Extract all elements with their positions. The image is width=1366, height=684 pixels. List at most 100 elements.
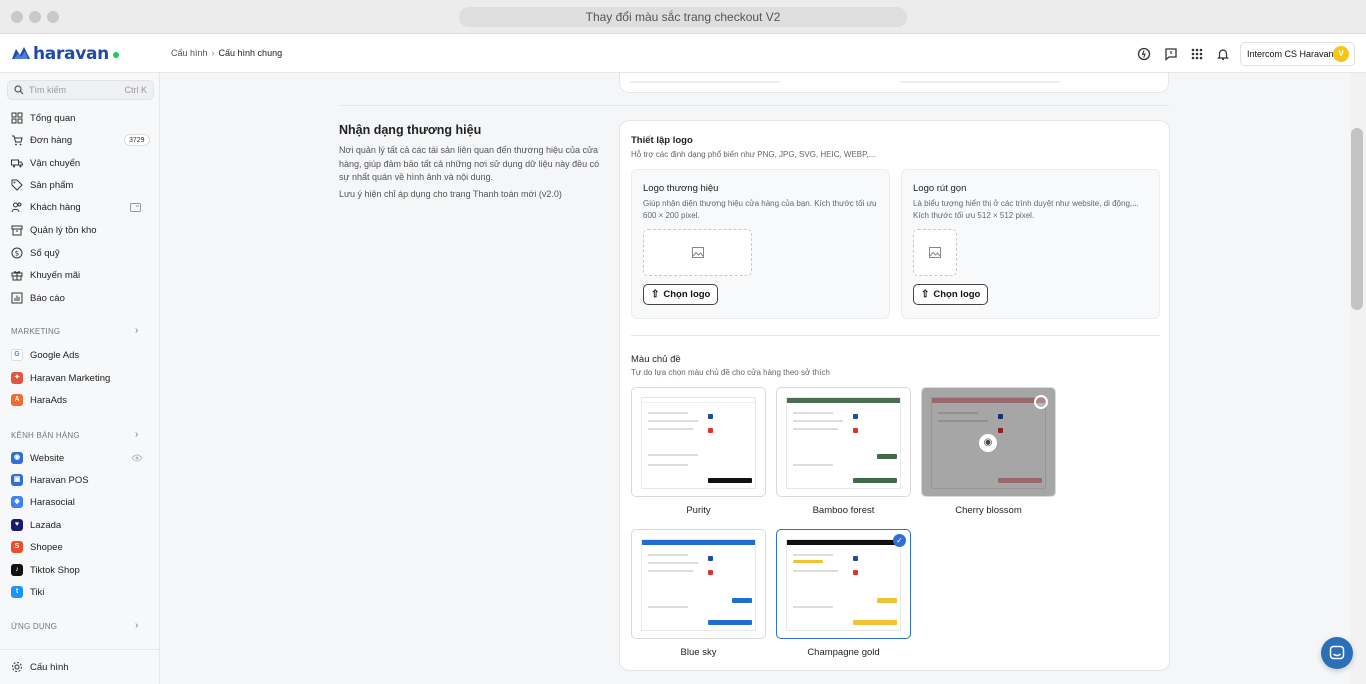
sidebar-item-label: Đơn hàng (30, 134, 73, 146)
box-icon (11, 225, 23, 236)
preview-header (787, 398, 900, 403)
theme-preview (641, 397, 756, 489)
sidebar-item-settings[interactable]: Cấu hình (11, 659, 69, 675)
feedback-icon[interactable] (1164, 47, 1178, 61)
haravan-logo[interactable]: haravan (11, 44, 119, 64)
sidebar-item-label: Lazada (30, 519, 62, 531)
preview-line (648, 562, 698, 564)
google-ads-icon: G (11, 349, 23, 361)
account-menu[interactable]: Intercom CS Haravan V (1240, 42, 1355, 66)
section-channels-label: KÊNH BÁN HÀNG (11, 431, 80, 440)
chevron-right-icon[interactable]: › (135, 429, 138, 440)
sidebar-item-label: Shopee (30, 541, 63, 553)
preview-accent-line (793, 560, 823, 563)
theme-option-bamboo-forest[interactable] (776, 387, 911, 497)
theme-label: Cherry blossom (955, 505, 1022, 516)
page-scrollbar[interactable] (1350, 73, 1366, 684)
sidebar-item-products[interactable]: Sản phẩm (11, 177, 73, 193)
intercom-chat-button[interactable] (1321, 637, 1353, 669)
bell-icon[interactable] (1216, 47, 1230, 61)
brand-settings-card: Thiết lập logo Hỗ trợ các định dạng phổ … (619, 120, 1170, 671)
choose-short-logo-button[interactable]: ⇧ Chọn logo (913, 284, 989, 305)
haravan-logo-icon (12, 47, 30, 59)
theme-label: Blue sky (680, 647, 717, 658)
sidebar-item-orders[interactable]: Đơn hàng (11, 132, 72, 148)
sidebar-item-label: Haravan POS (30, 474, 89, 486)
choose-brand-logo-button[interactable]: ⇧ Chọn logo (643, 284, 719, 305)
brand-logo-dropzone[interactable] (643, 229, 752, 276)
preview-accent-button (853, 478, 897, 483)
sidebar-item-label: Harasocial (30, 496, 75, 508)
theme-preview (786, 397, 901, 489)
theme-option-blue-sky[interactable] (631, 529, 766, 639)
window-minimize-button[interactable] (29, 11, 41, 23)
theme-color-title: Màu chủ đề (631, 354, 681, 365)
search-placeholder: Tìm kiếm (29, 85, 66, 95)
short-logo-dropzone[interactable] (913, 229, 957, 276)
sidebar-item-customers[interactable]: Khách hàng (11, 199, 81, 215)
preview-accent-button (877, 454, 897, 459)
tiki-icon: t (11, 586, 23, 598)
sidebar-item-cashbook[interactable]: $ Sổ quỹ (11, 245, 60, 261)
brand-section-title: Nhận dạng thương hiệu (339, 123, 482, 137)
preview-line (793, 570, 838, 572)
sidebar-item-lazada[interactable]: ♥ Lazada (11, 517, 61, 533)
preview-item (853, 428, 858, 433)
window-maximize-button[interactable] (47, 11, 59, 23)
chart-icon (11, 292, 23, 304)
breadcrumb: Cấu hình › Cấu hình chung (171, 48, 282, 58)
window-close-button[interactable] (11, 11, 23, 23)
browser-title[interactable]: Thay đổi màu sắc trang checkout V2 (459, 7, 907, 27)
sidebar-item-website[interactable]: ◉ Website (11, 450, 64, 466)
sidebar-item-label: Tiktok Shop (30, 564, 80, 576)
pos-icon: ▣ (11, 474, 23, 486)
preview-line (648, 454, 698, 456)
sidebar-item-promotions[interactable]: Khuyến mãi (11, 267, 80, 283)
chevron-right-icon[interactable]: › (135, 325, 138, 336)
customer-card-icon[interactable] (130, 203, 141, 212)
theme-option-cherry-blossom[interactable]: ◉ (921, 387, 1056, 497)
preview-line (793, 412, 833, 414)
theme-preview (641, 539, 756, 631)
theme-color-subtitle: Tự do lựa chọn màu chủ đề cho cửa hàng t… (631, 368, 830, 377)
sidebar-item-harasocial[interactable]: ◆ Harasocial (11, 494, 75, 510)
preview-item (853, 414, 858, 419)
scrollbar-thumb[interactable] (1351, 128, 1363, 310)
sidebar-item-haravan-marketing[interactable]: ✦ Haravan Marketing (11, 370, 110, 386)
brand-logo-description: Giúp nhận diện thương hiệu cửa hàng của … (643, 199, 877, 220)
sidebar-item-label: Quản lý tồn kho (30, 224, 97, 236)
sidebar-item-google-ads[interactable]: G Google Ads (11, 347, 79, 363)
preview-item (853, 556, 858, 561)
breadcrumb-item[interactable]: Cấu hình (171, 48, 208, 58)
truck-icon (11, 159, 23, 168)
sidebar: Tìm kiếm Ctrl K Tổng quan Đơn hàng 3729 … (0, 73, 160, 684)
sidebar-item-shipping[interactable]: Vận chuyển (11, 155, 80, 171)
sidebar-item-reports[interactable]: Báo cáo (11, 290, 65, 306)
sidebar-item-inventory[interactable]: Quản lý tồn kho (11, 222, 97, 238)
sidebar-item-dashboard[interactable]: Tổng quan (11, 110, 75, 126)
apps-grid-icon[interactable] (1190, 47, 1204, 61)
sidebar-item-haravan-pos[interactable]: ▣ Haravan POS (11, 472, 89, 488)
sidebar-item-haraads[interactable]: A HaraAds (11, 392, 67, 408)
eye-icon[interactable] (131, 454, 143, 462)
sidebar-item-tiki[interactable]: t Tiki (11, 584, 44, 600)
sidebar-item-label: Tổng quan (30, 112, 76, 124)
preview-header (642, 540, 755, 545)
preview-item (708, 556, 713, 561)
preview-item (853, 570, 858, 575)
short-logo-description: Là biểu tượng hiển thị ở các trình duyệt… (913, 199, 1139, 220)
haraads-icon: A (11, 394, 23, 406)
theme-radio[interactable] (1034, 395, 1048, 409)
theme-option-champagne-gold[interactable]: ✓ (776, 529, 911, 639)
activity-icon[interactable] (1137, 47, 1151, 61)
sidebar-item-tiktok-shop[interactable]: ♪ Tiktok Shop (11, 562, 80, 578)
search-input[interactable]: Tìm kiếm Ctrl K (7, 80, 154, 100)
logo-setup-subtitle: Hỗ trợ các định dạng phổ biến như PNG, J… (631, 150, 876, 159)
sidebar-item-shopee[interactable]: S Shopee (11, 539, 63, 555)
preview-accent-button (853, 620, 897, 625)
preview-eye-icon[interactable]: ◉ (979, 434, 997, 452)
chevron-right-icon[interactable]: › (135, 620, 138, 631)
preview-accent-button (732, 598, 752, 603)
preview-line (793, 606, 833, 608)
theme-option-purity[interactable] (631, 387, 766, 497)
